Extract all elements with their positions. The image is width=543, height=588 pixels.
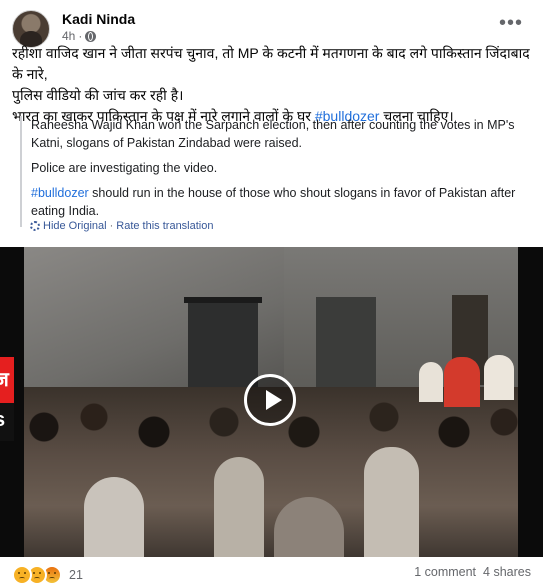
- post-text-line: पुलिस वीडियो की जांच कर रही है।: [12, 87, 184, 103]
- channel-logo-bottom: s: [0, 403, 14, 441]
- translation-paragraph: Police are investigating the video.: [31, 161, 218, 175]
- translation-paragraph: Raheesha Wajid Khan won the Sarpanch ele…: [31, 118, 515, 150]
- channel-logo-top: ज: [0, 357, 14, 403]
- translation-controls: Hide Original · Rate this translation: [30, 220, 213, 232]
- video-person: [364, 447, 419, 557]
- post-time[interactable]: 4h: [62, 29, 75, 43]
- channel-logo: ज s: [0, 357, 14, 441]
- translation-block: Raheesha Wajid Khan won the Sarpanch ele…: [20, 116, 528, 227]
- video-person: [484, 355, 514, 400]
- sad-reaction-icon: [12, 565, 32, 585]
- shares-count-link[interactable]: 4 shares: [483, 565, 531, 579]
- post-text: रहीशा वाजिद खान ने जीता सरपंच चुनाव, तो …: [12, 43, 532, 127]
- link-separator: ·: [109, 220, 114, 232]
- author-name[interactable]: Kadi Ninda: [62, 11, 135, 27]
- video-door: [316, 297, 376, 387]
- play-button-icon[interactable]: [244, 374, 296, 426]
- rate-translation-link[interactable]: Rate this translation: [116, 220, 213, 232]
- video-player[interactable]: ज s: [0, 247, 543, 557]
- translation-hashtag-link[interactable]: #bulldozer: [31, 186, 89, 200]
- engagement-stats: 1 comment 4 shares: [414, 565, 531, 579]
- reactions-summary[interactable]: 21: [12, 565, 83, 585]
- translate-gear-icon[interactable]: [30, 221, 40, 231]
- more-options-icon[interactable]: •••: [499, 13, 523, 33]
- reaction-count[interactable]: 21: [69, 568, 83, 582]
- post-meta: 4h ·: [62, 29, 97, 43]
- post-text-line: रहीशा वाजिद खान ने जीता सरपंच चुनाव, तो …: [12, 45, 530, 82]
- hide-original-link[interactable]: Hide Original: [43, 220, 107, 232]
- facebook-post: Kadi Ninda 4h · ••• रहीशा वाजिद खान ने ज…: [0, 0, 543, 588]
- channel-logo-bottom-text: s: [0, 409, 5, 432]
- video-door-frame: [184, 297, 262, 303]
- video-person: [444, 357, 480, 407]
- comments-count-link[interactable]: 1 comment: [414, 565, 476, 579]
- post-footer: 21 1 comment 4 shares: [0, 557, 543, 588]
- globe-icon: [85, 30, 97, 42]
- video-person: [419, 362, 443, 402]
- translation-text-segment: should run in the house of those who sho…: [31, 186, 516, 218]
- meta-dot: ·: [78, 29, 83, 43]
- video-person: [214, 457, 264, 557]
- video-person: [84, 477, 144, 557]
- channel-logo-top-text: ज: [0, 369, 9, 391]
- translation-paragraph: #bulldozer should run in the house of th…: [31, 184, 528, 220]
